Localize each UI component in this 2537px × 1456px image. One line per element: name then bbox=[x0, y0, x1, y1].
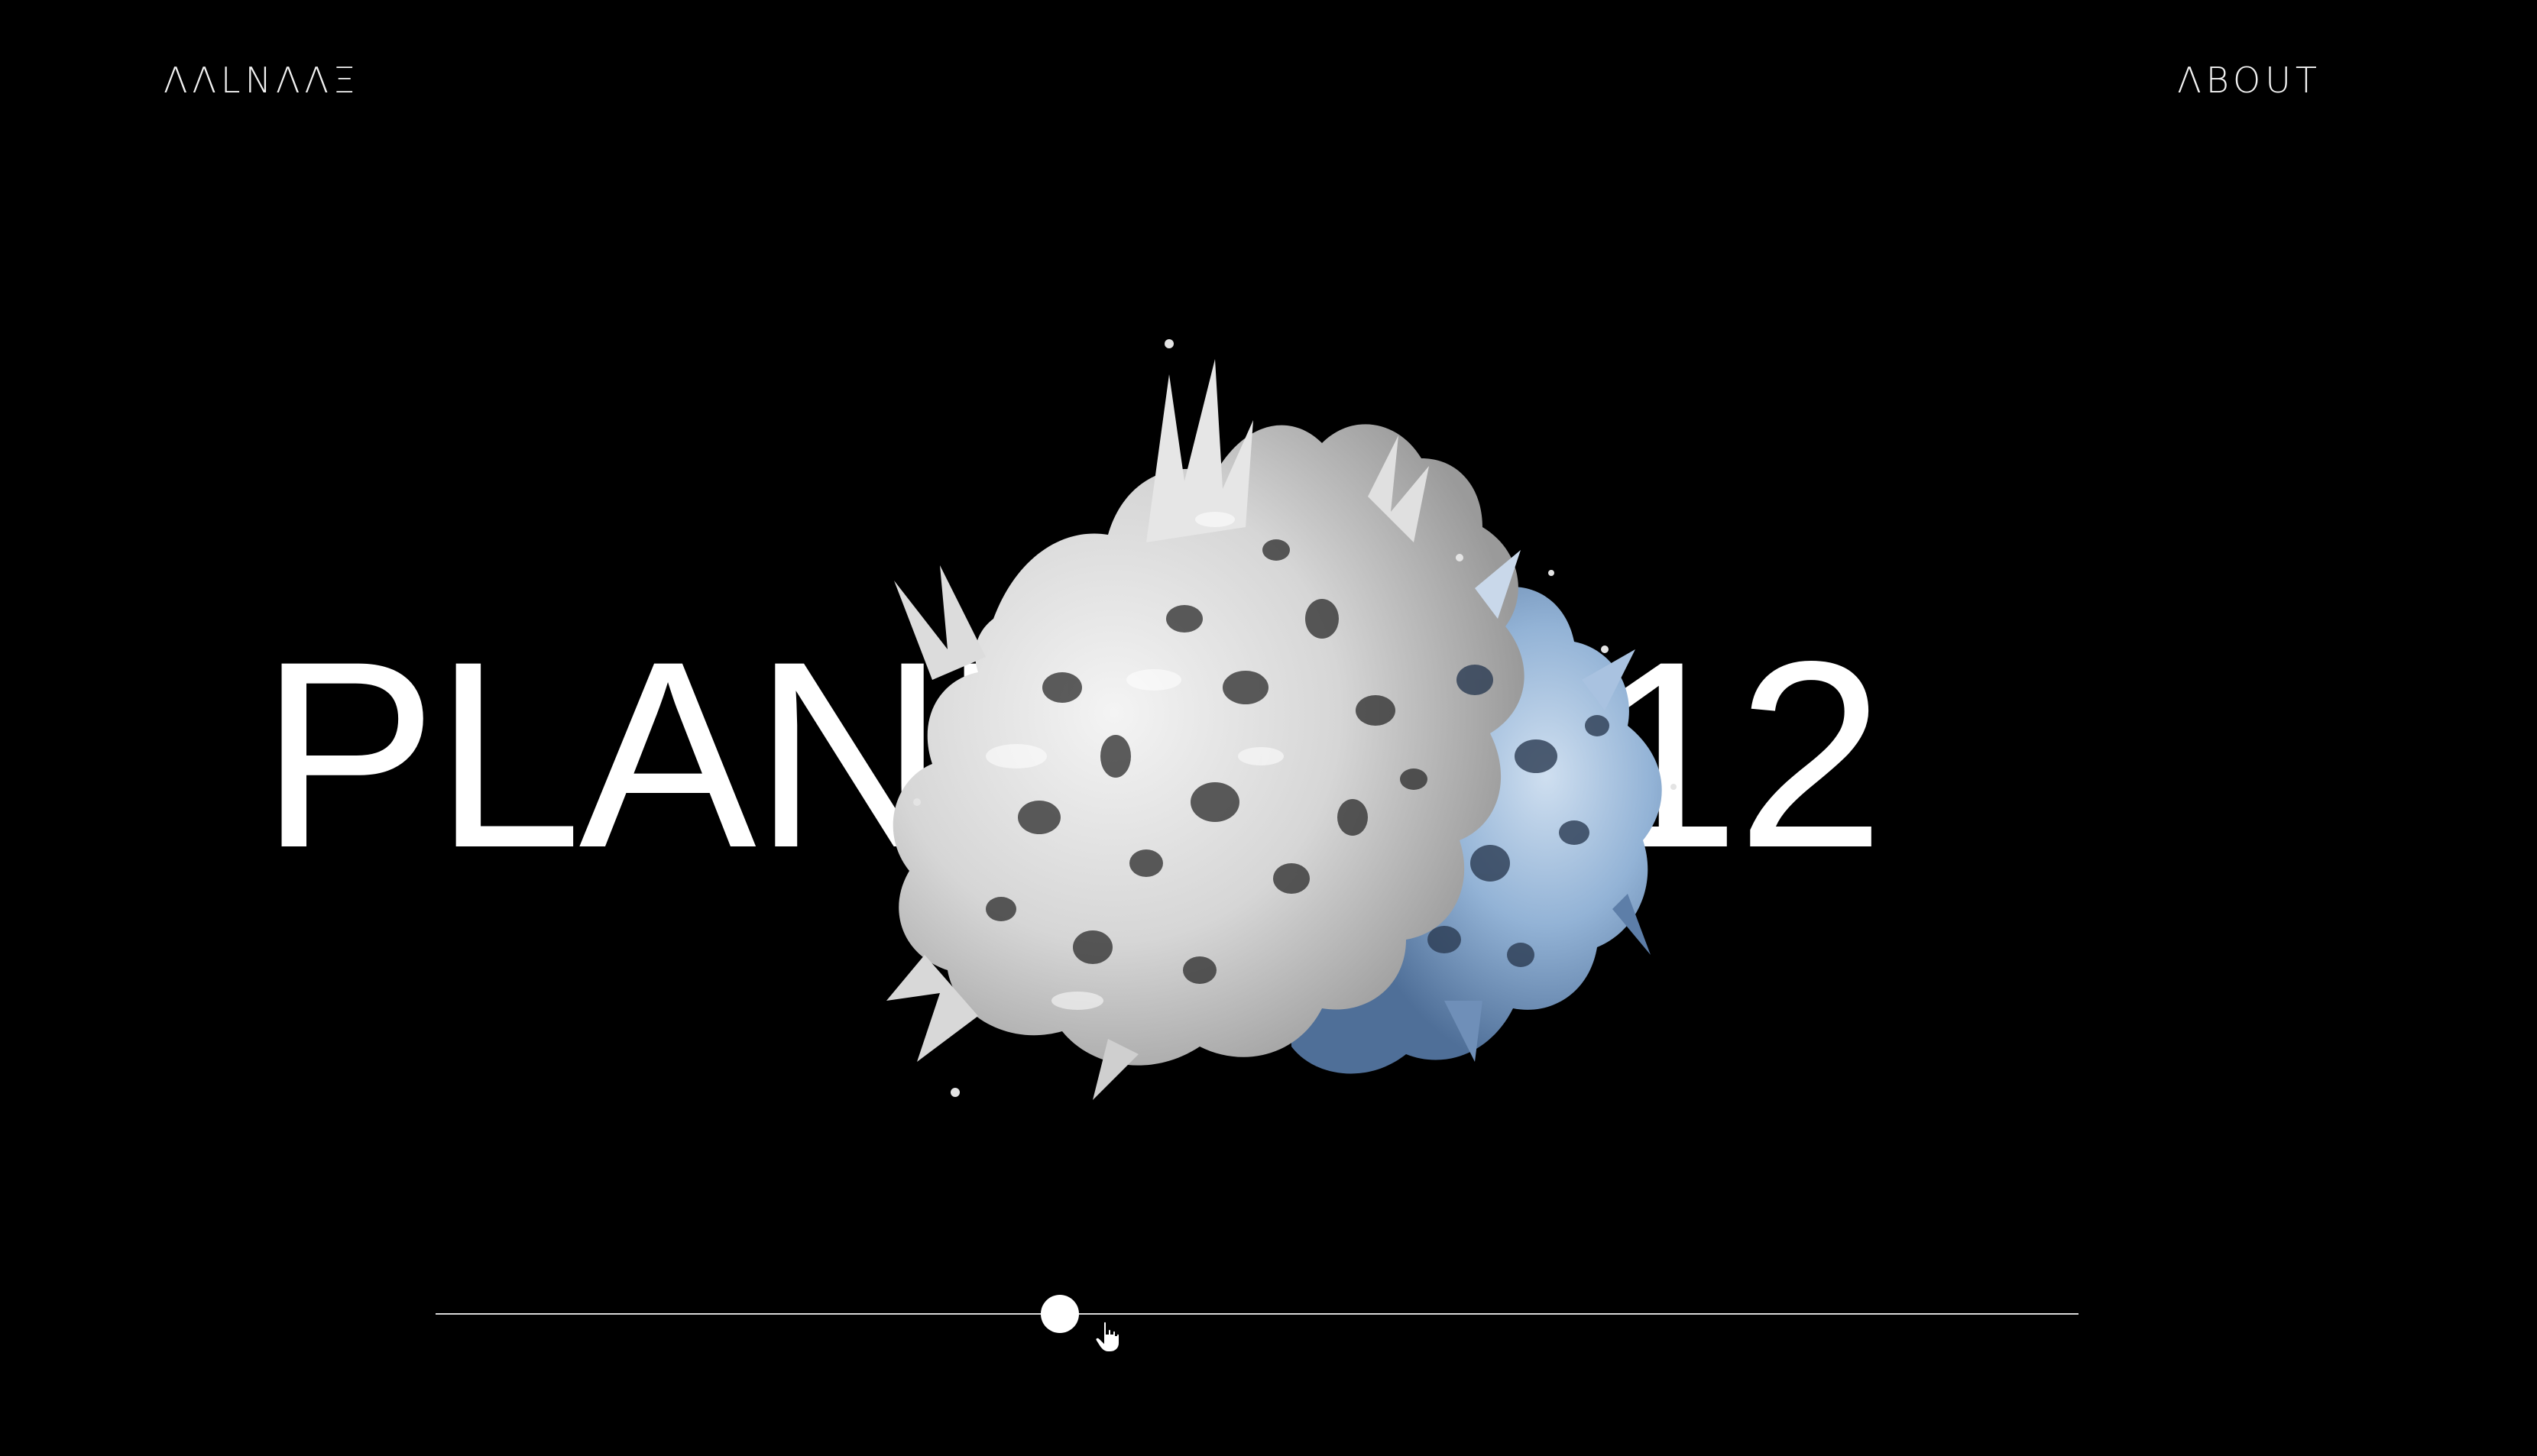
slider-track[interactable] bbox=[436, 1313, 2079, 1315]
page: ΛΛLNΛΛΞ ΛBOUT PLANETS: 12 bbox=[0, 0, 2537, 1456]
about-link[interactable]: ΛBOUT bbox=[2177, 60, 2322, 101]
logo-link[interactable]: ΛΛLNΛΛΞ bbox=[164, 60, 360, 101]
planet-slider[interactable] bbox=[436, 1295, 2079, 1333]
hand-pointer-cursor-icon bbox=[1094, 1320, 1122, 1354]
foam-splash-sculpture-icon bbox=[787, 328, 1780, 1268]
slider-thumb[interactable] bbox=[1041, 1295, 1079, 1333]
